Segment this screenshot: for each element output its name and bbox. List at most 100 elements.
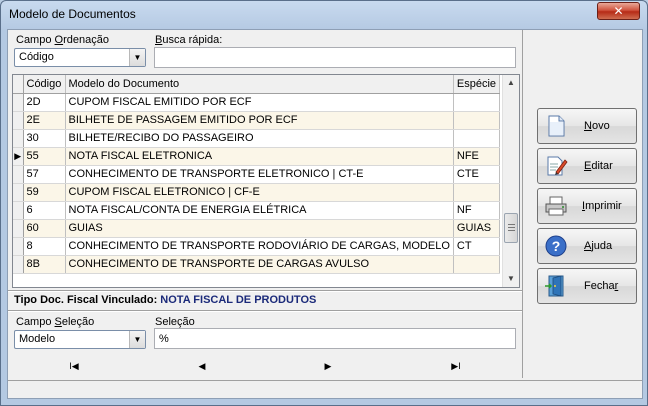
table-row[interactable]: 57 CONHECIMENTO DE TRANSPORTE ELETRONICO… <box>13 165 501 184</box>
table-row[interactable]: 2E BILHETE DE PASSAGEM EMITIDO POR ECF <box>13 111 501 130</box>
cell-modelo[interactable]: CUPOM FISCAL ELETRONICO | CF-E <box>65 183 454 202</box>
scroll-thumb[interactable] <box>504 213 518 243</box>
cell-modelo[interactable]: CONHECIMENTO DE TRANSPORTE RODOVIÁRIO DE… <box>65 237 454 256</box>
column-header-codigo[interactable]: Código <box>23 75 66 94</box>
current-row-arrow-icon: ▶ <box>13 147 24 166</box>
cell-codigo[interactable]: 57 <box>23 165 66 184</box>
row-indicator <box>13 129 24 148</box>
ordenacao-select[interactable]: Código ▼ <box>14 48 146 67</box>
cell-codigo[interactable]: 6 <box>23 201 66 220</box>
ajuda-label: Ajuda <box>584 240 613 252</box>
cell-modelo[interactable]: CONHECIMENTO DE TRANSPORTE DE CARGAS AVU… <box>65 255 454 274</box>
cell-codigo[interactable]: 59 <box>23 183 66 202</box>
cell-especie[interactable]: NF <box>453 201 501 220</box>
ajuda-button[interactable]: ? Ajuda <box>537 228 637 264</box>
cell-especie[interactable] <box>453 255 501 274</box>
row-indicator <box>13 201 24 220</box>
campo-selecao-select[interactable]: Modelo ▼ <box>14 330 146 349</box>
record-navigator: I◀ ◀ ▶ ▶I <box>12 358 520 376</box>
row-indicator <box>13 219 24 238</box>
cell-especie[interactable] <box>453 183 501 202</box>
exit-door-icon <box>545 275 564 297</box>
table-row[interactable]: 6 NOTA FISCAL/CONTA DE ENERGIA ELÉTRICA … <box>13 201 501 220</box>
tipo-doc-value: NOTA FISCAL DE PRODUTOS <box>160 294 317 306</box>
cell-modelo[interactable]: NOTA FISCAL/CONTA DE ENERGIA ELÉTRICA <box>65 201 454 220</box>
printer-icon <box>545 196 567 216</box>
action-panel: Novo Editar Imprimir ? Ajuda Fechar <box>522 30 642 378</box>
cell-codigo[interactable]: 55 <box>23 147 66 166</box>
cell-especie[interactable]: CT <box>453 237 501 256</box>
close-button[interactable]: ✕ <box>597 2 640 20</box>
cell-especie[interactable] <box>453 93 501 112</box>
chevron-down-icon[interactable]: ▼ <box>129 331 145 348</box>
selecao-input[interactable] <box>155 329 515 348</box>
table-row[interactable]: 8B CONHECIMENTO DE TRANSPORTE DE CARGAS … <box>13 255 501 274</box>
ordenacao-label: Campo Ordenação <box>16 34 109 46</box>
cell-modelo[interactable]: CUPOM FISCAL EMITIDO POR ECF <box>65 93 454 112</box>
cell-modelo[interactable]: NOTA FISCAL ELETRONICA <box>65 147 454 166</box>
window-title: Modelo de Documentos <box>9 7 136 21</box>
selecao-field[interactable] <box>154 328 516 349</box>
cell-especie[interactable]: NFE <box>453 147 501 166</box>
row-indicator-header <box>13 75 24 94</box>
column-header-modelo[interactable]: Modelo do Documento <box>65 75 454 94</box>
column-header-especie[interactable]: Espécie <box>453 75 501 94</box>
client-area: Campo Ordenação Código ▼ Busca rápida: C… <box>7 29 643 399</box>
cell-modelo[interactable]: BILHETE DE PASSAGEM EMITIDO POR ECF <box>65 111 454 130</box>
busca-label: Busca rápida: <box>155 34 223 46</box>
status-bar <box>8 380 642 398</box>
tipo-doc-fiscal: Tipo Doc. Fiscal Vinculado: NOTA FISCAL … <box>14 294 316 306</box>
campo-selecao-value: Modelo <box>19 333 56 345</box>
previous-record-icon[interactable]: ◀ <box>190 358 214 374</box>
cell-codigo[interactable]: 60 <box>23 219 66 238</box>
first-record-icon[interactable]: I◀ <box>62 358 86 374</box>
cell-codigo[interactable]: 2E <box>23 111 66 130</box>
cell-modelo[interactable]: CONHECIMENTO DE TRANSPORTE ELETRONICO | … <box>65 165 454 184</box>
svg-text:?: ? <box>552 238 561 254</box>
title-bar: Modelo de Documentos ✕ <box>1 1 647 27</box>
scroll-down-icon[interactable]: ▼ <box>503 271 519 287</box>
busca-rapida-field[interactable] <box>154 47 516 68</box>
novo-button[interactable]: Novo <box>537 108 637 144</box>
table-row[interactable]: 8 CONHECIMENTO DE TRANSPORTE RODOVIÁRIO … <box>13 237 501 256</box>
divider <box>8 290 522 292</box>
cell-codigo[interactable]: 2D <box>23 93 66 112</box>
table-row[interactable]: 30 BILHETE/RECIBO DO PASSAGEIRO <box>13 129 501 148</box>
imprimir-label: Imprimir <box>582 200 622 212</box>
cell-codigo[interactable]: 30 <box>23 129 66 148</box>
row-indicator <box>13 93 24 112</box>
divider <box>8 310 522 312</box>
grid-vertical-scrollbar[interactable]: ▲ ▼ <box>502 75 519 287</box>
table-row-current[interactable]: ▶ 55 NOTA FISCAL ELETRONICA NFE <box>13 147 501 166</box>
app-window: Modelo de Documentos ✕ Campo Ordenação C… <box>0 0 648 406</box>
table-row[interactable]: 59 CUPOM FISCAL ELETRONICO | CF-E <box>13 183 501 202</box>
new-document-icon <box>548 115 565 137</box>
chevron-down-icon[interactable]: ▼ <box>129 49 145 66</box>
row-indicator <box>13 111 24 130</box>
next-record-icon[interactable]: ▶ <box>316 358 340 374</box>
last-record-icon[interactable]: ▶I <box>444 358 468 374</box>
cell-especie[interactable]: CTE <box>453 165 501 184</box>
table-row[interactable]: 2D CUPOM FISCAL EMITIDO POR ECF <box>13 93 501 112</box>
cell-especie[interactable]: GUIAS <box>453 219 501 238</box>
cell-especie[interactable] <box>453 129 501 148</box>
row-indicator <box>13 165 24 184</box>
editar-label: Editar <box>584 160 613 172</box>
cell-especie[interactable] <box>453 111 501 130</box>
cell-modelo[interactable]: GUIAS <box>65 219 454 238</box>
imprimir-button[interactable]: Imprimir <box>537 188 637 224</box>
cell-codigo[interactable]: 8B <box>23 255 66 274</box>
cell-codigo[interactable]: 8 <box>23 237 66 256</box>
scroll-up-icon[interactable]: ▲ <box>503 75 519 91</box>
edit-document-icon <box>547 156 568 176</box>
fechar-button[interactable]: Fechar <box>537 268 637 304</box>
row-indicator <box>13 183 24 202</box>
fechar-label: Fechar <box>584 280 619 292</box>
documents-grid[interactable]: Código Modelo do Documento Espécie 2D CU… <box>12 74 520 288</box>
editar-button[interactable]: Editar <box>537 148 637 184</box>
table-row[interactable]: 60 GUIAS GUIAS <box>13 219 501 238</box>
cell-modelo[interactable]: BILHETE/RECIBO DO PASSAGEIRO <box>65 129 454 148</box>
novo-label: Novo <box>584 120 610 132</box>
row-indicator <box>13 237 24 256</box>
busca-rapida-input[interactable] <box>155 48 515 67</box>
